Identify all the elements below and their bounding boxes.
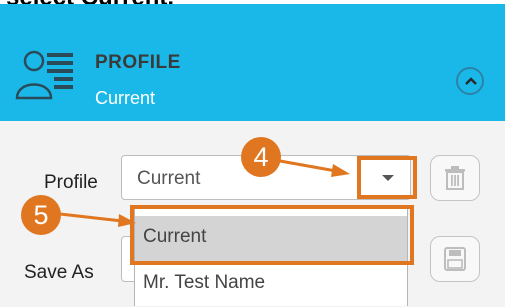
step-5-badge: 5 bbox=[21, 195, 61, 235]
step-4-badge: 4 bbox=[241, 137, 281, 177]
